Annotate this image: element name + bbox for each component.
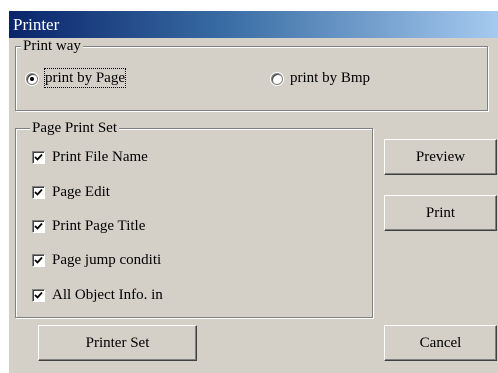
radio-button[interactable]	[26, 73, 38, 85]
checkmark-icon	[34, 153, 43, 161]
radio-button[interactable]	[271, 73, 283, 85]
checkbox-label[interactable]: Print Page Title	[52, 217, 145, 235]
cancel-button[interactable]: Cancel	[384, 325, 497, 361]
print-button[interactable]: Print	[384, 195, 497, 231]
radio-selected-dot	[30, 77, 34, 81]
checkmark-icon	[34, 256, 43, 264]
checkbox-box[interactable]	[32, 151, 45, 164]
print-way-legend: Print way	[21, 38, 83, 54]
checkbox-label[interactable]: All Object Info. in	[52, 286, 163, 304]
checkmark-icon	[34, 188, 43, 196]
checkbox-label[interactable]: Page jump conditi	[52, 251, 161, 269]
checkbox-box[interactable]	[32, 220, 45, 233]
printer-set-button[interactable]: Printer Set	[38, 325, 197, 361]
checkmark-icon	[34, 222, 43, 230]
checkbox-box[interactable]	[32, 186, 45, 199]
printer-dialog: Printer Print way print by Page print by…	[8, 10, 498, 373]
checkbox-box[interactable]	[32, 254, 45, 267]
radio-label-print-by-page[interactable]: print by Page	[44, 68, 126, 88]
checkbox-label[interactable]: Page Edit	[52, 183, 110, 201]
checkbox-box[interactable]	[32, 289, 45, 302]
preview-button[interactable]: Preview	[384, 139, 497, 175]
title-bar[interactable]: Printer	[9, 11, 498, 38]
page-print-set-legend: Page Print Set	[30, 120, 119, 136]
window-title: Printer	[13, 15, 60, 34]
checkbox-label[interactable]: Print File Name	[52, 148, 148, 166]
radio-label-print-by-bmp[interactable]: print by Bmp	[290, 69, 370, 87]
checkmark-icon	[34, 291, 43, 299]
